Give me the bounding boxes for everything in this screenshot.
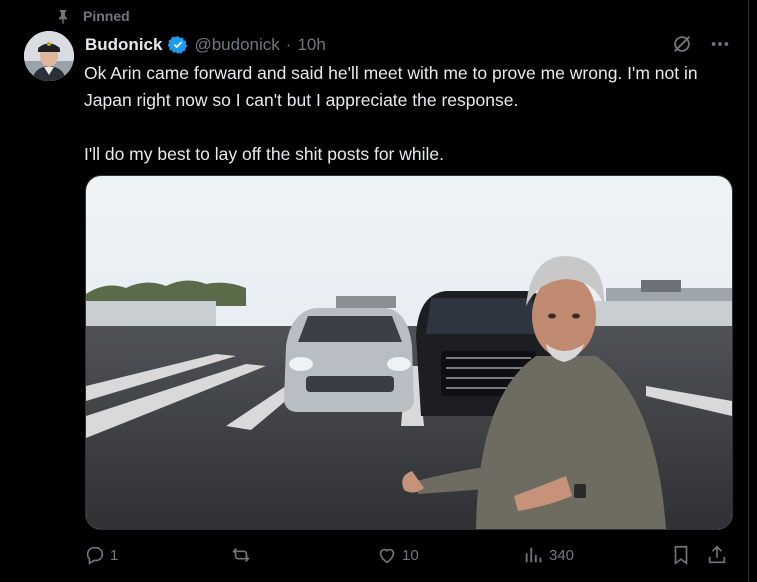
timeline-divider (748, 0, 749, 582)
avatar[interactable] (24, 31, 74, 81)
reply-button[interactable]: 1 (84, 544, 118, 566)
tweet-media-image[interactable] (85, 175, 733, 530)
retweet-icon (232, 547, 250, 563)
views-button[interactable]: 340 (523, 544, 574, 566)
tweet-container[interactable]: Pinned Budonick @budonick · 10h Ok Arin … (0, 0, 757, 582)
views-count: 340 (549, 546, 575, 564)
more-icon[interactable] (709, 33, 731, 55)
bookmark-icon (674, 545, 688, 565)
tweet-text: Ok Arin came forward and said he'll meet… (84, 60, 734, 168)
retweet-button[interactable] (230, 544, 256, 566)
grok-icon[interactable] (671, 33, 693, 55)
pin-icon (59, 10, 67, 24)
author-name[interactable]: Budonick (85, 35, 162, 55)
header-separator: · (285, 35, 292, 54)
reply-count: 1 (110, 546, 119, 564)
author-handle[interactable]: @budonick (194, 35, 279, 55)
bookmark-button[interactable] (670, 544, 692, 566)
share-icon (708, 545, 726, 564)
tweet-paragraph-2: I'll do my best to lay off the shit post… (84, 144, 444, 164)
like-button[interactable]: 10 (376, 544, 419, 566)
tweet-paragraph-1: Ok Arin came forward and said he'll meet… (84, 63, 698, 110)
like-count: 10 (402, 546, 419, 564)
tweet-actions-bar: 1 10 340 (84, 540, 734, 572)
tweet-header: Budonick @budonick · 10h (85, 33, 326, 57)
like-icon (379, 548, 395, 564)
pinned-indicator: Pinned (55, 6, 130, 26)
verified-badge-icon[interactable] (168, 35, 188, 55)
header-actions (671, 33, 731, 55)
reply-icon (86, 546, 104, 565)
views-icon (525, 547, 542, 563)
tweet-timestamp[interactable]: 10h (297, 35, 325, 55)
share-button[interactable] (706, 544, 728, 566)
pinned-label: Pinned (83, 8, 130, 24)
